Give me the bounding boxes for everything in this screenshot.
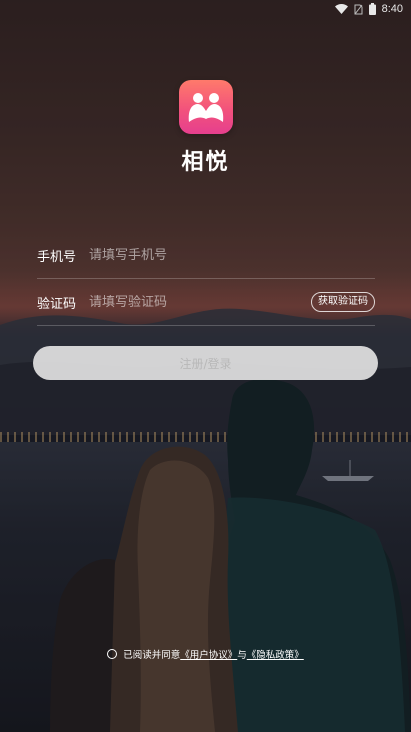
- phone-label: 手机号: [37, 249, 77, 265]
- agreement-prefix: 已阅读并同意: [123, 650, 181, 661]
- agreement-row: 已阅读并同意 《用户协议》 与 《隐私政策》: [0, 647, 411, 661]
- user-agreement-link[interactable]: 《用户协议》: [180, 647, 237, 661]
- code-label: 验证码: [37, 296, 77, 312]
- register-login-button[interactable]: 注册/登录: [33, 346, 378, 380]
- code-row: 验证码 获取验证码: [37, 279, 375, 326]
- couple-logo-icon: [179, 80, 233, 134]
- phone-input[interactable]: [89, 247, 375, 263]
- agreement-conjunction: 与: [237, 650, 247, 661]
- login-screen: 8:40 相悦 手机号 验证码 获取验证码 注册/登录 已阅读并同意 《用户协议…: [0, 0, 411, 732]
- wifi-icon: [334, 4, 348, 14]
- agree-checkbox[interactable]: [107, 649, 118, 659]
- code-input[interactable]: [89, 294, 311, 310]
- no-sim-icon: [354, 4, 363, 15]
- phone-row: 手机号: [37, 232, 375, 279]
- battery-icon: [368, 3, 376, 15]
- status-time: 8:40: [381, 3, 403, 15]
- get-code-button[interactable]: 获取验证码: [311, 292, 375, 312]
- app-logo-wrap: [179, 80, 233, 134]
- privacy-policy-link[interactable]: 《隐私政策》: [247, 647, 304, 661]
- app-name: 相悦: [181, 150, 230, 175]
- status-bar: 8:40: [0, 0, 411, 18]
